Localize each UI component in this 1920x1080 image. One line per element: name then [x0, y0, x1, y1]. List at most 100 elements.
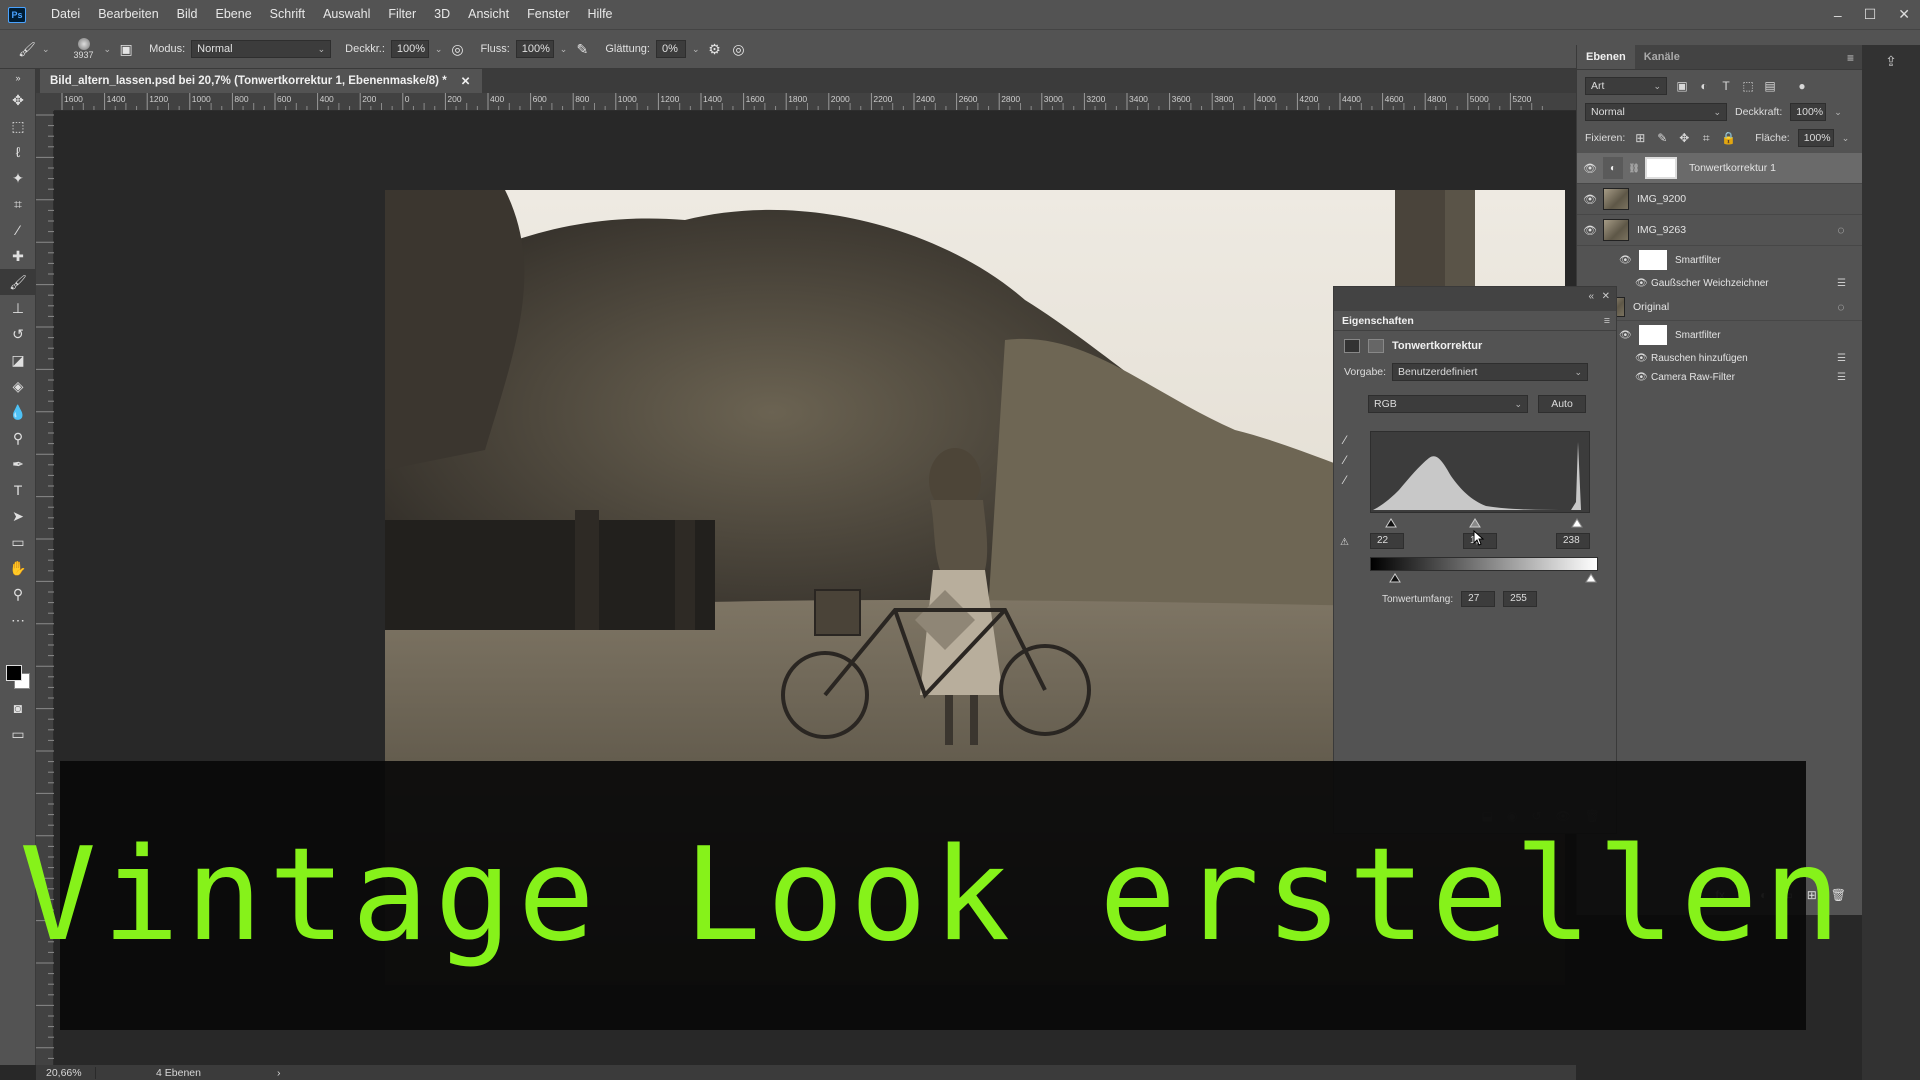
menu-bearbeiten[interactable]: Bearbeiten [89, 0, 167, 29]
fill-input[interactable]: 100% [1797, 129, 1834, 147]
white-point-eyedropper-icon[interactable]: ⁄ [1344, 473, 1346, 487]
quick-mask-icon[interactable]: ◙ [0, 695, 36, 721]
layer-filter-select[interactable]: Art ⌄ [1585, 77, 1667, 95]
menu-ebene[interactable]: Ebene [207, 0, 261, 29]
close-icon[interactable]: ✕ [1898, 6, 1910, 23]
zoom-level[interactable]: 20,66% [36, 1066, 96, 1079]
layer-img-9263[interactable]: 👁 IMG_9263 ◌ [1577, 215, 1862, 246]
clone-stamp-tool-icon[interactable]: ⊥ [0, 295, 36, 321]
visibility-eye-icon[interactable]: 👁 [1577, 193, 1603, 206]
filter-toggle-icon[interactable]: ● [1795, 79, 1809, 93]
mask-icon[interactable] [1368, 339, 1384, 353]
pen-tool-icon[interactable]: ✒ [0, 451, 36, 477]
layer-img-9200[interactable]: 👁 IMG_9200 [1577, 184, 1862, 215]
menu-ansicht[interactable]: Ansicht [459, 0, 518, 29]
filter-options-icon[interactable]: ☰ [1837, 372, 1846, 383]
filter-type-icon[interactable]: T [1719, 79, 1733, 93]
chevron-down-icon[interactable]: ⌄ [435, 44, 443, 55]
share-icon[interactable]: ⇪ [1862, 53, 1920, 70]
smart-filter-row[interactable]: 👁 Smartfilter [1577, 246, 1862, 274]
menu-fenster[interactable]: Fenster [518, 0, 578, 29]
black-point-eyedropper-icon[interactable]: ⁄ [1344, 433, 1346, 447]
airbrush-icon[interactable]: ✎ [573, 40, 591, 58]
move-tool-icon[interactable]: ✥ [0, 87, 36, 113]
pressure-size-icon[interactable]: ◎ [730, 40, 748, 58]
brush-preset-picker[interactable]: 3937 [70, 38, 98, 60]
visibility-eye-icon[interactable]: 👁 [1619, 330, 1635, 341]
type-tool-icon[interactable]: T [0, 477, 36, 503]
visibility-eye-icon[interactable]: 👁 [1635, 372, 1651, 383]
pressure-opacity-icon[interactable]: ◎ [448, 40, 466, 58]
visibility-eye-icon[interactable]: 👁 [1635, 353, 1651, 364]
filter-smartobject-icon[interactable]: ▤ [1763, 79, 1777, 93]
smart-filter-mask[interactable] [1639, 325, 1667, 345]
gear-icon[interactable]: ⚙ [706, 40, 724, 58]
chevron-down-icon[interactable]: ⌄ [104, 44, 112, 55]
collapse-icon[interactable]: « [1588, 291, 1594, 302]
filter-options-icon[interactable]: ☰ [1837, 353, 1846, 364]
blend-mode-select[interactable]: Normal ⌄ [1585, 103, 1727, 121]
chevron-down-icon[interactable]: ⌄ [42, 44, 50, 55]
filter-row[interactable]: 👁 Camera Raw-Filter ☰ [1577, 368, 1862, 387]
visibility-eye-icon[interactable]: 👁 [1577, 224, 1603, 237]
chain-link-icon[interactable]: ⛓ [1627, 163, 1641, 174]
channel-select[interactable]: RGB ⌄ [1368, 395, 1528, 413]
lock-transparency-icon[interactable]: ⊞ [1633, 131, 1647, 145]
smart-filter-mask[interactable] [1639, 250, 1667, 270]
filter-row[interactable]: 👁 Rauschen hinzufügen ☰ [1577, 349, 1862, 368]
filter-shape-icon[interactable]: ⬚ [1741, 79, 1755, 93]
levels-icon[interactable] [1344, 339, 1360, 353]
menu-auswahl[interactable]: Auswahl [314, 0, 379, 29]
lock-all-icon[interactable]: 🔒 [1721, 131, 1736, 145]
dodge-tool-icon[interactable]: ⚲ [0, 425, 36, 451]
maximize-icon[interactable]: ☐ [1864, 6, 1877, 23]
quick-selection-tool-icon[interactable]: ✦ [0, 165, 36, 191]
smart-filter-row[interactable]: 👁 Smartfilter [1577, 321, 1862, 349]
healing-brush-tool-icon[interactable]: ✚ [0, 243, 36, 269]
paint-bucket-tool-icon[interactable]: ◈ [0, 373, 36, 399]
horizontal-ruler[interactable]: 1600 1400 1200 1000 800 600 400 200 0 200 400 600 80… [54, 93, 1576, 111]
output-white-field[interactable]: 255 [1503, 591, 1538, 607]
chevron-down-icon[interactable]: ⌄ [1834, 107, 1842, 118]
rectangle-tool-icon[interactable]: ▭ [0, 529, 36, 555]
smart-filter-indicator-icon[interactable]: ◌ [1834, 300, 1848, 314]
input-black-field[interactable]: 22 [1370, 533, 1404, 549]
history-brush-tool-icon[interactable]: ↺ [0, 321, 36, 347]
chevron-right-icon[interactable]: › [277, 1067, 281, 1079]
filter-row[interactable]: 👁 Gaußscher Weichzeichner ☰ [1577, 274, 1862, 293]
chevron-down-icon[interactable]: ⌄ [692, 44, 700, 55]
layer-tonwertkorrektur[interactable]: 👁 ◐ ⛓ Tonwertkorrektur 1 [1577, 153, 1862, 184]
layer-mask-thumbnail[interactable] [1645, 157, 1677, 179]
layer-original[interactable]: Original ◌ [1577, 293, 1862, 321]
menu-filter[interactable]: Filter [379, 0, 425, 29]
gray-point-eyedropper-icon[interactable]: ⁄ [1344, 453, 1346, 467]
auto-button[interactable]: Auto [1538, 395, 1586, 413]
clipping-warning-icon[interactable]: ⚠ [1340, 537, 1349, 548]
menu-3d[interactable]: 3D [425, 0, 459, 29]
eraser-tool-icon[interactable]: ◪ [0, 347, 36, 373]
flow-input[interactable]: 100% [515, 40, 554, 58]
input-white-field[interactable]: 238 [1556, 533, 1590, 549]
document-tab[interactable]: Bild_altern_lassen.psd bei 20,7% (Tonwer… [40, 69, 483, 93]
ruler-origin[interactable] [36, 93, 54, 111]
blur-tool-icon[interactable]: 💧 [0, 399, 36, 425]
crop-tool-icon[interactable]: ⌗ [0, 191, 36, 217]
brush-settings-icon[interactable]: ▣ [117, 40, 135, 58]
opacity-input[interactable]: 100% [390, 40, 429, 58]
chevron-down-icon[interactable]: ⌄ [560, 44, 568, 55]
visibility-eye-icon[interactable]: 👁 [1619, 255, 1635, 266]
preset-select[interactable]: Benutzerdefiniert ⌄ [1392, 363, 1589, 381]
visibility-eye-icon[interactable]: 👁 [1635, 278, 1651, 289]
filter-pixel-icon[interactable]: ▣ [1675, 79, 1689, 93]
tab-kanaele[interactable]: Kanäle [1635, 45, 1689, 69]
eyedropper-tool-icon[interactable]: ⁄ [0, 217, 36, 243]
close-icon[interactable]: ✕ [1602, 291, 1610, 302]
collapse-icon[interactable]: » [0, 69, 36, 87]
brush-tool-icon[interactable]: 🖌 [0, 269, 36, 295]
lock-position-icon[interactable]: ✥ [1677, 131, 1691, 145]
output-black-field[interactable]: 27 [1461, 591, 1496, 607]
lasso-tool-icon[interactable]: ℓ [0, 139, 36, 165]
tab-ebenen[interactable]: Ebenen [1577, 45, 1635, 69]
lock-artboard-icon[interactable]: ⌗ [1699, 131, 1713, 146]
smart-filter-indicator-icon[interactable]: ◌ [1834, 223, 1848, 237]
